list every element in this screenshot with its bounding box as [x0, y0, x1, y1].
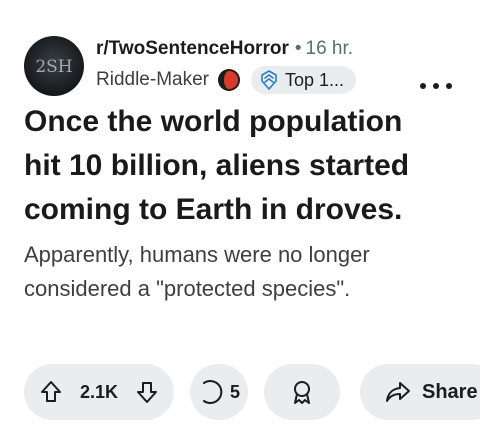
more-dot — [420, 83, 426, 89]
comment-count: 5 — [230, 381, 241, 402]
downvote-arrow-icon[interactable] — [134, 379, 160, 405]
vote-count: 2.1K — [79, 381, 119, 402]
subreddit-avatar-image: 2SH — [35, 57, 72, 77]
top-contributor-icon — [259, 70, 279, 90]
post-meta-line: r/TwoSentenceHorror • 16 hr. — [96, 38, 353, 60]
subreddit-avatar[interactable]: 2SH — [24, 36, 84, 96]
share-arrow-icon — [386, 382, 410, 402]
share-label: Share — [422, 380, 478, 403]
author-name[interactable]: Riddle-Maker — [96, 69, 209, 91]
more-dot — [446, 83, 452, 89]
action-bar: 2.1K 5 Share — [0, 364, 480, 420]
meta-separator: • — [294, 38, 302, 59]
award-button[interactable] — [264, 364, 340, 420]
subreddit-name[interactable]: r/TwoSentenceHorror — [96, 38, 289, 59]
share-button[interactable]: Share — [360, 364, 480, 420]
top-contributor-badge[interactable]: Top 1... — [250, 66, 357, 94]
post-title[interactable]: Once the world population hit 10 billion… — [24, 100, 444, 232]
comments-button[interactable]: 5 — [190, 364, 248, 420]
avatar-text: 2SH — [35, 57, 72, 77]
badge-label: Top 1... — [284, 69, 345, 90]
post-time: 16 hr. — [305, 38, 354, 59]
award-icon — [294, 381, 310, 404]
post-header: 2SH r/TwoSentenceHorror • 16 hr. Riddle-Ma… — [24, 30, 480, 96]
post-body: Apparently, humans were no longer consid… — [24, 242, 370, 301]
more-dot — [433, 83, 439, 89]
vote-pill: 2.1K — [24, 364, 174, 420]
more-options-icon[interactable] — [420, 78, 452, 94]
upvote-arrow-icon[interactable] — [38, 379, 64, 405]
half-red-circle-icon — [217, 68, 241, 92]
author-line: Riddle-Maker Top 1... — [96, 66, 357, 94]
comment-bubble-icon — [200, 379, 226, 405]
